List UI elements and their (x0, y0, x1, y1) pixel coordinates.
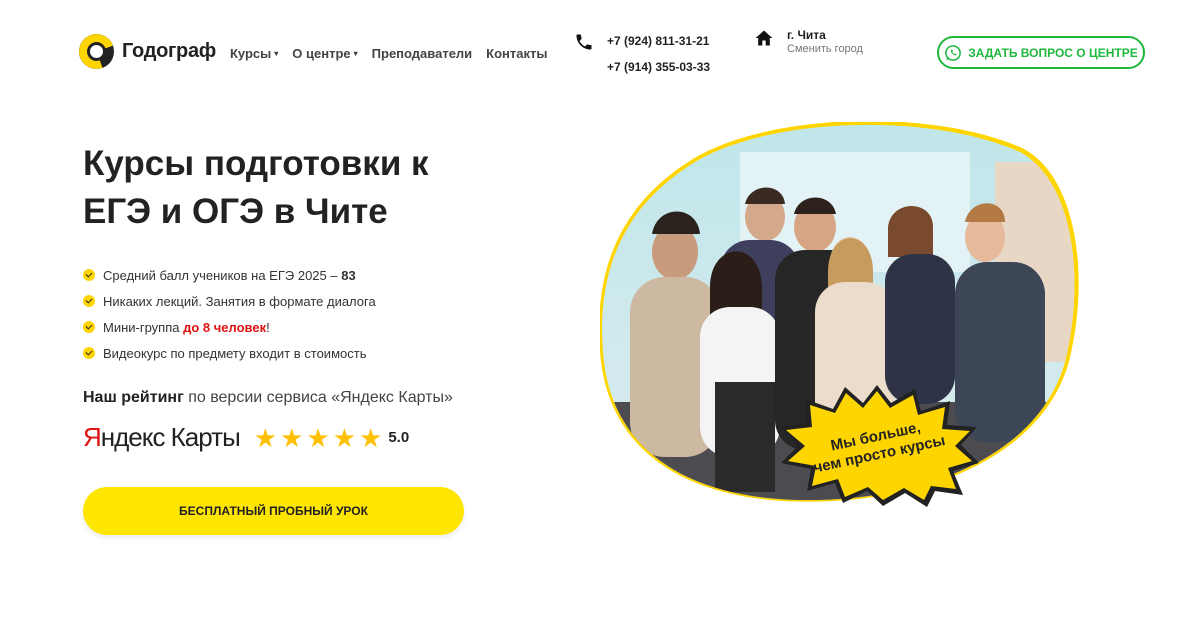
headline-line: ЕГЭ и ОГЭ в Чите (83, 192, 388, 231)
free-trial-button[interactable]: БЕСПЛАТНЫЙ ПРОБНЫЙ УРОК (83, 487, 464, 535)
whatsapp-icon (945, 44, 962, 61)
feature-item: Средний балл учеников на ЕГЭ 2025 – 83 (83, 262, 376, 288)
rating-caption: Наш рейтинг по версии сервиса «Яндекс Ка… (83, 389, 453, 407)
feature-item: Никаких лекций. Занятия в формате диалог… (83, 288, 376, 314)
nav-item-contacts[interactable]: Контакты (486, 46, 547, 61)
main-nav: Курсы ▾ О центре ▾ Преподаватели Контакты (230, 46, 547, 61)
free-trial-label: БЕСПЛАТНЫЙ ПРОБНЫЙ УРОК (179, 504, 368, 518)
star-icon: ★ (359, 422, 383, 453)
hero-headline: Курсы подготовки к ЕГЭ и ОГЭ в Чите (83, 140, 503, 236)
feature-list: Средний балл учеников на ЕГЭ 2025 – 83 Н… (83, 262, 376, 366)
yandex-logo-maps: Карты (164, 422, 241, 452)
feature-highlight: до 8 человек (183, 319, 267, 335)
check-icon (83, 347, 95, 359)
feature-text-part: Мини-группа (103, 319, 184, 335)
nav-label: О центре (292, 46, 351, 61)
caret-down-icon: ▾ (353, 49, 358, 58)
check-icon (83, 295, 95, 307)
rating-stars: ★ ★ ★ ★ ★ (254, 425, 383, 451)
feature-text: Мини-группа до 8 человек! (103, 320, 270, 335)
nav-item-teachers[interactable]: Преподаватели (372, 46, 473, 61)
check-icon (83, 321, 95, 333)
header: Годограф Курсы ▾ О центре ▾ Преподаватели … (0, 0, 1200, 100)
feature-text-part: Средний балл учеников на ЕГЭ 2025 – (103, 267, 342, 283)
logo-icon (79, 34, 114, 69)
phone-link-2[interactable]: +7 (914) 355-03-33 (607, 60, 710, 74)
slogan-badge: Мы больше, чем просто курсы (775, 383, 980, 508)
star-icon: ★ (332, 422, 357, 453)
headline-line: Курсы подготовки к (83, 144, 429, 183)
check-icon (83, 269, 95, 281)
nav-label: Преподаватели (371, 46, 473, 61)
nav-item-about[interactable]: О центре ▾ (292, 46, 357, 61)
feature-item: Мини-группа до 8 человек! (83, 314, 376, 340)
caret-down-icon: ▾ (274, 49, 279, 58)
star-icon: ★ (253, 422, 278, 453)
feature-text: Никаких лекций. Занятия в формате диалог… (103, 293, 376, 309)
nav-item-courses[interactable]: Курсы ▾ (230, 46, 278, 61)
star-icon: ★ (306, 422, 330, 453)
city-name: г. Чита (787, 28, 826, 42)
phone-icon (576, 34, 592, 50)
yandex-maps-logo: Яндекс Карты (83, 422, 241, 453)
ask-question-button[interactable]: ЗАДАТЬ ВОПРОС О ЦЕНТРЕ (937, 36, 1145, 69)
feature-item: Видеокурс по предмету входит в стоимость (83, 340, 376, 366)
phone-link-1[interactable]: +7 (924) 811-31-21 (607, 34, 709, 48)
change-city-link[interactable]: Сменить город (787, 43, 863, 55)
rating-value: 5.0 (388, 429, 410, 446)
rating-row: Яндекс Карты ★ ★ ★ ★ ★ 5.0 (83, 422, 409, 453)
home-icon (755, 30, 773, 46)
nav-label: Контакты (486, 46, 548, 61)
nav-label: Курсы (230, 46, 272, 61)
feature-suffix: ! (266, 319, 270, 335)
logo[interactable]: Годограф (79, 34, 216, 69)
feature-highlight: 83 (341, 267, 356, 283)
star-icon: ★ (280, 422, 304, 453)
yandex-logo-word: ндекс (100, 422, 166, 452)
feature-text: Видеокурс по предмету входит в стоимость (103, 345, 367, 361)
brand-name: Годограф (122, 40, 216, 62)
yandex-logo-letter: Я (83, 422, 102, 452)
ask-question-label: ЗАДАТЬ ВОПРОС О ЦЕНТРЕ (968, 45, 1138, 60)
rating-caption-rest: по версии сервиса «Яндекс Карты» (183, 389, 453, 406)
rating-caption-strong: Наш рейтинг (83, 389, 184, 406)
feature-text: Средний балл учеников на ЕГЭ 2025 – 83 (103, 268, 356, 283)
